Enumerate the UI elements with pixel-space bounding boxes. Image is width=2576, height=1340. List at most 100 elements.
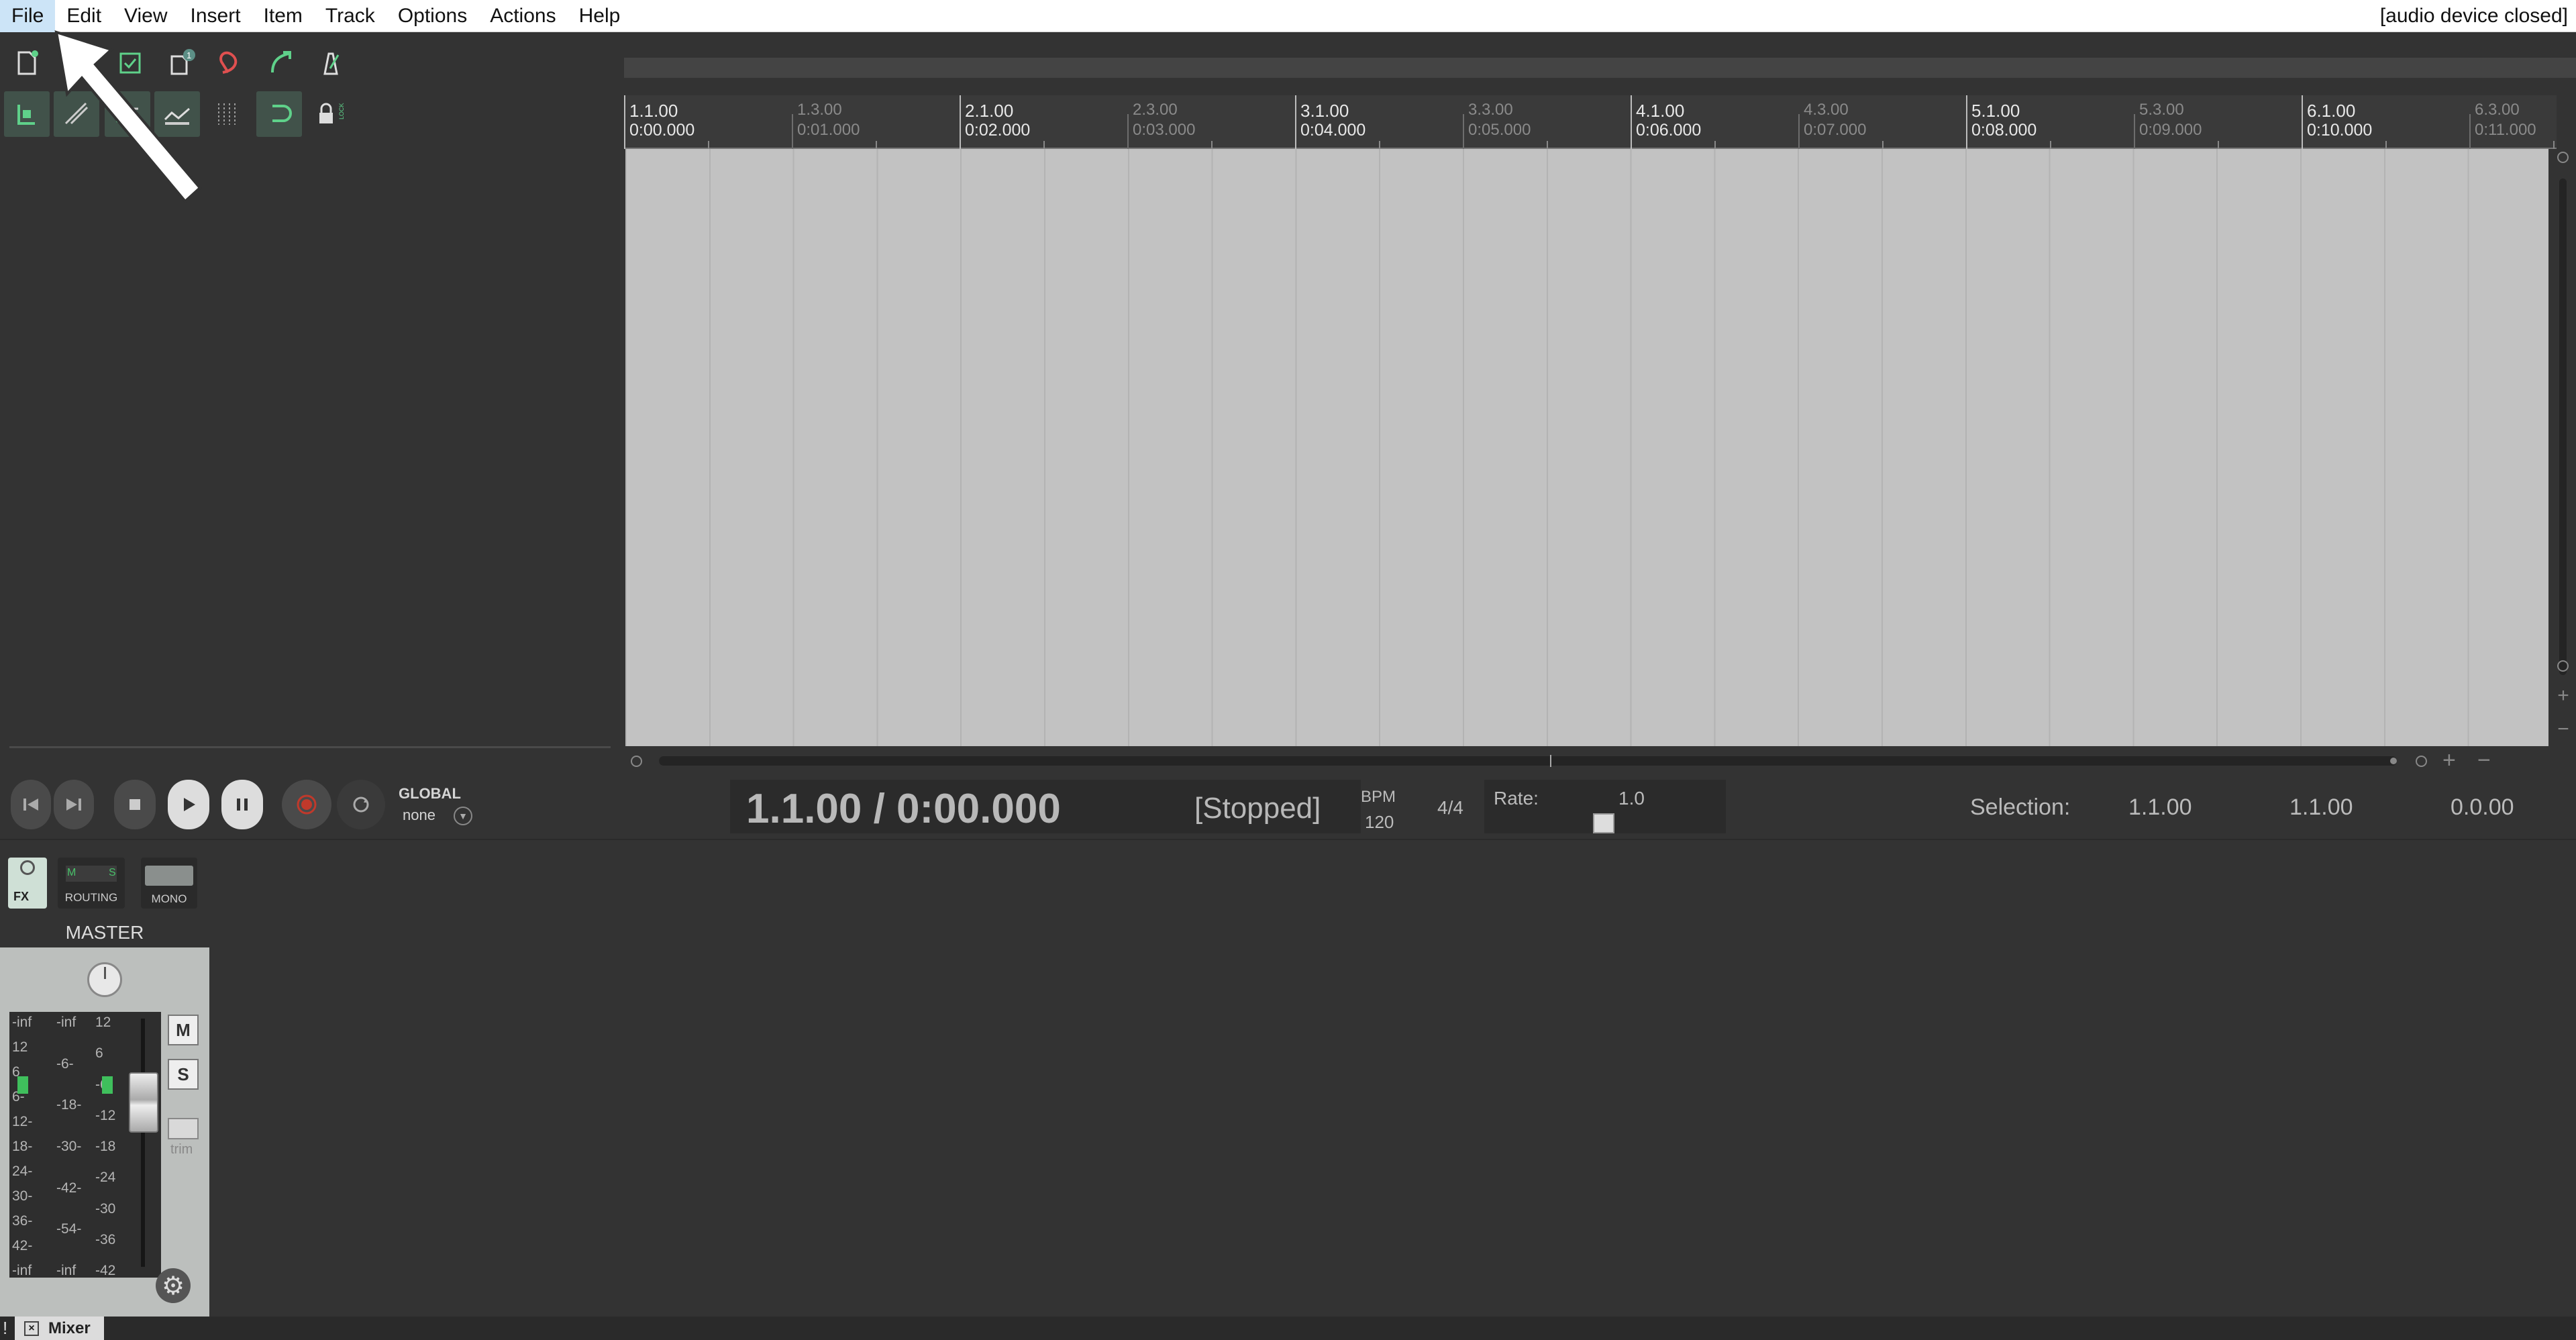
redo-button[interactable] bbox=[258, 40, 303, 86]
meter-scale-label: 36- bbox=[12, 1213, 33, 1229]
master-meter[interactable]: -42-36-30-24-18-12-6612-inf-54--42--30--… bbox=[9, 1012, 161, 1278]
scroll-down-icon[interactable] bbox=[2557, 660, 2569, 672]
playrate-control[interactable]: Rate: 1.0 bbox=[1484, 780, 1726, 833]
meter-scale-label: -30 bbox=[95, 1200, 116, 1217]
meter-scale-label: -inf bbox=[12, 1015, 32, 1030]
volume-fader-handle[interactable] bbox=[129, 1072, 158, 1133]
mute-button[interactable]: M bbox=[168, 1015, 199, 1045]
track-control-panel-area[interactable] bbox=[0, 142, 623, 760]
vertical-scroll-track[interactable] bbox=[2559, 178, 2567, 675]
ruler-subtick bbox=[2050, 141, 2051, 149]
mixer-area[interactable] bbox=[0, 839, 2576, 1317]
ruler-bar-label: 4.1.00 bbox=[1636, 101, 1685, 121]
loop-button[interactable] bbox=[256, 91, 302, 137]
master-body: -42-36-30-24-18-12-6612-inf-54--42--30--… bbox=[0, 947, 209, 1317]
bpm-value: 120 bbox=[1365, 812, 1394, 832]
horizontal-scrollbar[interactable]: + − bbox=[625, 749, 2576, 772]
play-button[interactable] bbox=[168, 780, 209, 829]
ruler-time-label: 0:09.000 bbox=[2139, 121, 2202, 139]
zoom-out-vertical-icon[interactable]: − bbox=[2555, 719, 2571, 739]
lock-button[interactable]: LOCK bbox=[306, 91, 352, 137]
envelope-trim-icon[interactable] bbox=[168, 1118, 199, 1139]
menu-options[interactable]: Options bbox=[387, 0, 478, 32]
meter-scale-label: 42- bbox=[12, 1238, 33, 1253]
go-to-end-button[interactable] bbox=[54, 780, 94, 829]
solo-button[interactable]: S bbox=[168, 1059, 199, 1090]
power-icon bbox=[20, 860, 35, 875]
ruler-time-label: 0:08.000 bbox=[1971, 121, 2037, 140]
tcp-divider bbox=[9, 746, 611, 748]
menu-track[interactable]: Track bbox=[314, 0, 387, 32]
meter-scale-label: 12 bbox=[12, 1039, 28, 1055]
ruler-subtick bbox=[1547, 141, 1548, 149]
time-signature[interactable]: 4/4 bbox=[1437, 797, 1463, 819]
vertical-scrollbar[interactable]: + − bbox=[2550, 149, 2576, 753]
new-project-button[interactable] bbox=[4, 40, 50, 86]
meter-scale-label: -inf bbox=[56, 1015, 76, 1030]
global-automation-mode[interactable]: GLOBAL none ▼ bbox=[396, 784, 476, 829]
go-to-start-button[interactable] bbox=[11, 780, 51, 829]
arrange-view[interactable] bbox=[625, 149, 2548, 746]
meter-scale-label: -24 bbox=[95, 1170, 116, 1186]
zoom-out-horizontal-icon[interactable]: − bbox=[2477, 749, 2491, 772]
menu-item[interactable]: Item bbox=[252, 0, 314, 32]
fx-button[interactable]: FX bbox=[8, 858, 47, 909]
ruler-tick bbox=[1127, 114, 1129, 149]
zoom-in-horizontal-icon[interactable]: + bbox=[2442, 749, 2456, 772]
selection-start[interactable]: 1.1.00 bbox=[2128, 794, 2192, 821]
ruler-bar-label: 1.1.00 bbox=[629, 101, 678, 121]
mono-button[interactable]: MONO bbox=[141, 858, 197, 909]
stop-button[interactable] bbox=[114, 780, 156, 829]
routing-button[interactable]: M S ROUTING bbox=[58, 858, 125, 909]
menu-help[interactable]: Help bbox=[568, 0, 632, 32]
ruler-subtick bbox=[1379, 141, 1380, 149]
arrange-top-strip bbox=[624, 58, 2576, 78]
routing-s: S bbox=[109, 867, 116, 878]
snap-button[interactable] bbox=[4, 91, 50, 137]
scroll-position-marker bbox=[1550, 755, 1551, 767]
skip-back-icon bbox=[23, 798, 38, 811]
meter-scale-label: 12 bbox=[95, 1015, 111, 1030]
repeat-icon bbox=[353, 796, 369, 813]
pan-knob[interactable] bbox=[87, 962, 122, 997]
menu-actions[interactable]: Actions bbox=[478, 0, 567, 32]
rate-label: Rate: bbox=[1494, 788, 1539, 809]
ruler-tick bbox=[1463, 114, 1464, 149]
gear-icon[interactable]: ⚙ bbox=[156, 1268, 191, 1303]
time-position: 1.1.00 / 0:00.000 bbox=[746, 786, 1061, 832]
time-display-panel[interactable]: 1.1.00 / 0:00.000 [Stopped] bbox=[730, 780, 1361, 833]
ruler-tick bbox=[960, 95, 961, 149]
ruler-time-label: 0:07.000 bbox=[1804, 121, 1867, 139]
record-icon bbox=[297, 794, 317, 815]
docker-menu-icon[interactable]: ! bbox=[3, 1318, 7, 1339]
play-icon bbox=[184, 798, 195, 811]
pointer-arrow-icon bbox=[54, 30, 202, 203]
bpm-display[interactable]: BPM 120 bbox=[1349, 780, 1409, 833]
record-button[interactable] bbox=[282, 780, 331, 829]
rate-slider-handle[interactable] bbox=[1593, 813, 1614, 833]
snap-icon bbox=[17, 105, 35, 125]
metronome-button[interactable] bbox=[307, 40, 353, 86]
scroll-up-icon[interactable] bbox=[2557, 152, 2569, 163]
ruler-bar-label: 1.3.00 bbox=[797, 101, 842, 119]
ruler-time-label: 0:03.000 bbox=[1133, 121, 1196, 139]
automation-mode-value: none bbox=[403, 807, 435, 823]
selection-length[interactable]: 0.0.00 bbox=[2451, 794, 2514, 821]
meter-scale-label: -42 bbox=[95, 1263, 116, 1278]
zoom-in-vertical-icon[interactable]: + bbox=[2555, 686, 2571, 706]
timeline-ruler[interactable]: 1.1.00 0:00.000 2.1.00 0:02.000 3.1.00 0:04.0… bbox=[624, 95, 2557, 149]
pause-button[interactable] bbox=[221, 780, 263, 829]
horizontal-scroll-track[interactable] bbox=[659, 756, 2397, 766]
chevron-down-icon[interactable]: ▼ bbox=[454, 807, 472, 825]
mixer-tab[interactable]: × Mixer bbox=[15, 1317, 104, 1340]
ruler-time-label: 0:05.000 bbox=[1468, 121, 1531, 139]
repeat-button[interactable] bbox=[337, 780, 385, 829]
selection-end[interactable]: 1.1.00 bbox=[2289, 794, 2353, 821]
loop-icon bbox=[272, 105, 292, 122]
scroll-right-icon[interactable] bbox=[2416, 756, 2427, 767]
close-icon[interactable]: × bbox=[24, 1321, 39, 1336]
undo-button[interactable] bbox=[208, 40, 254, 86]
audio-device-status[interactable]: [audio device closed] bbox=[2380, 0, 2568, 32]
scroll-left-icon[interactable] bbox=[631, 756, 642, 767]
fader-track bbox=[141, 1019, 145, 1267]
